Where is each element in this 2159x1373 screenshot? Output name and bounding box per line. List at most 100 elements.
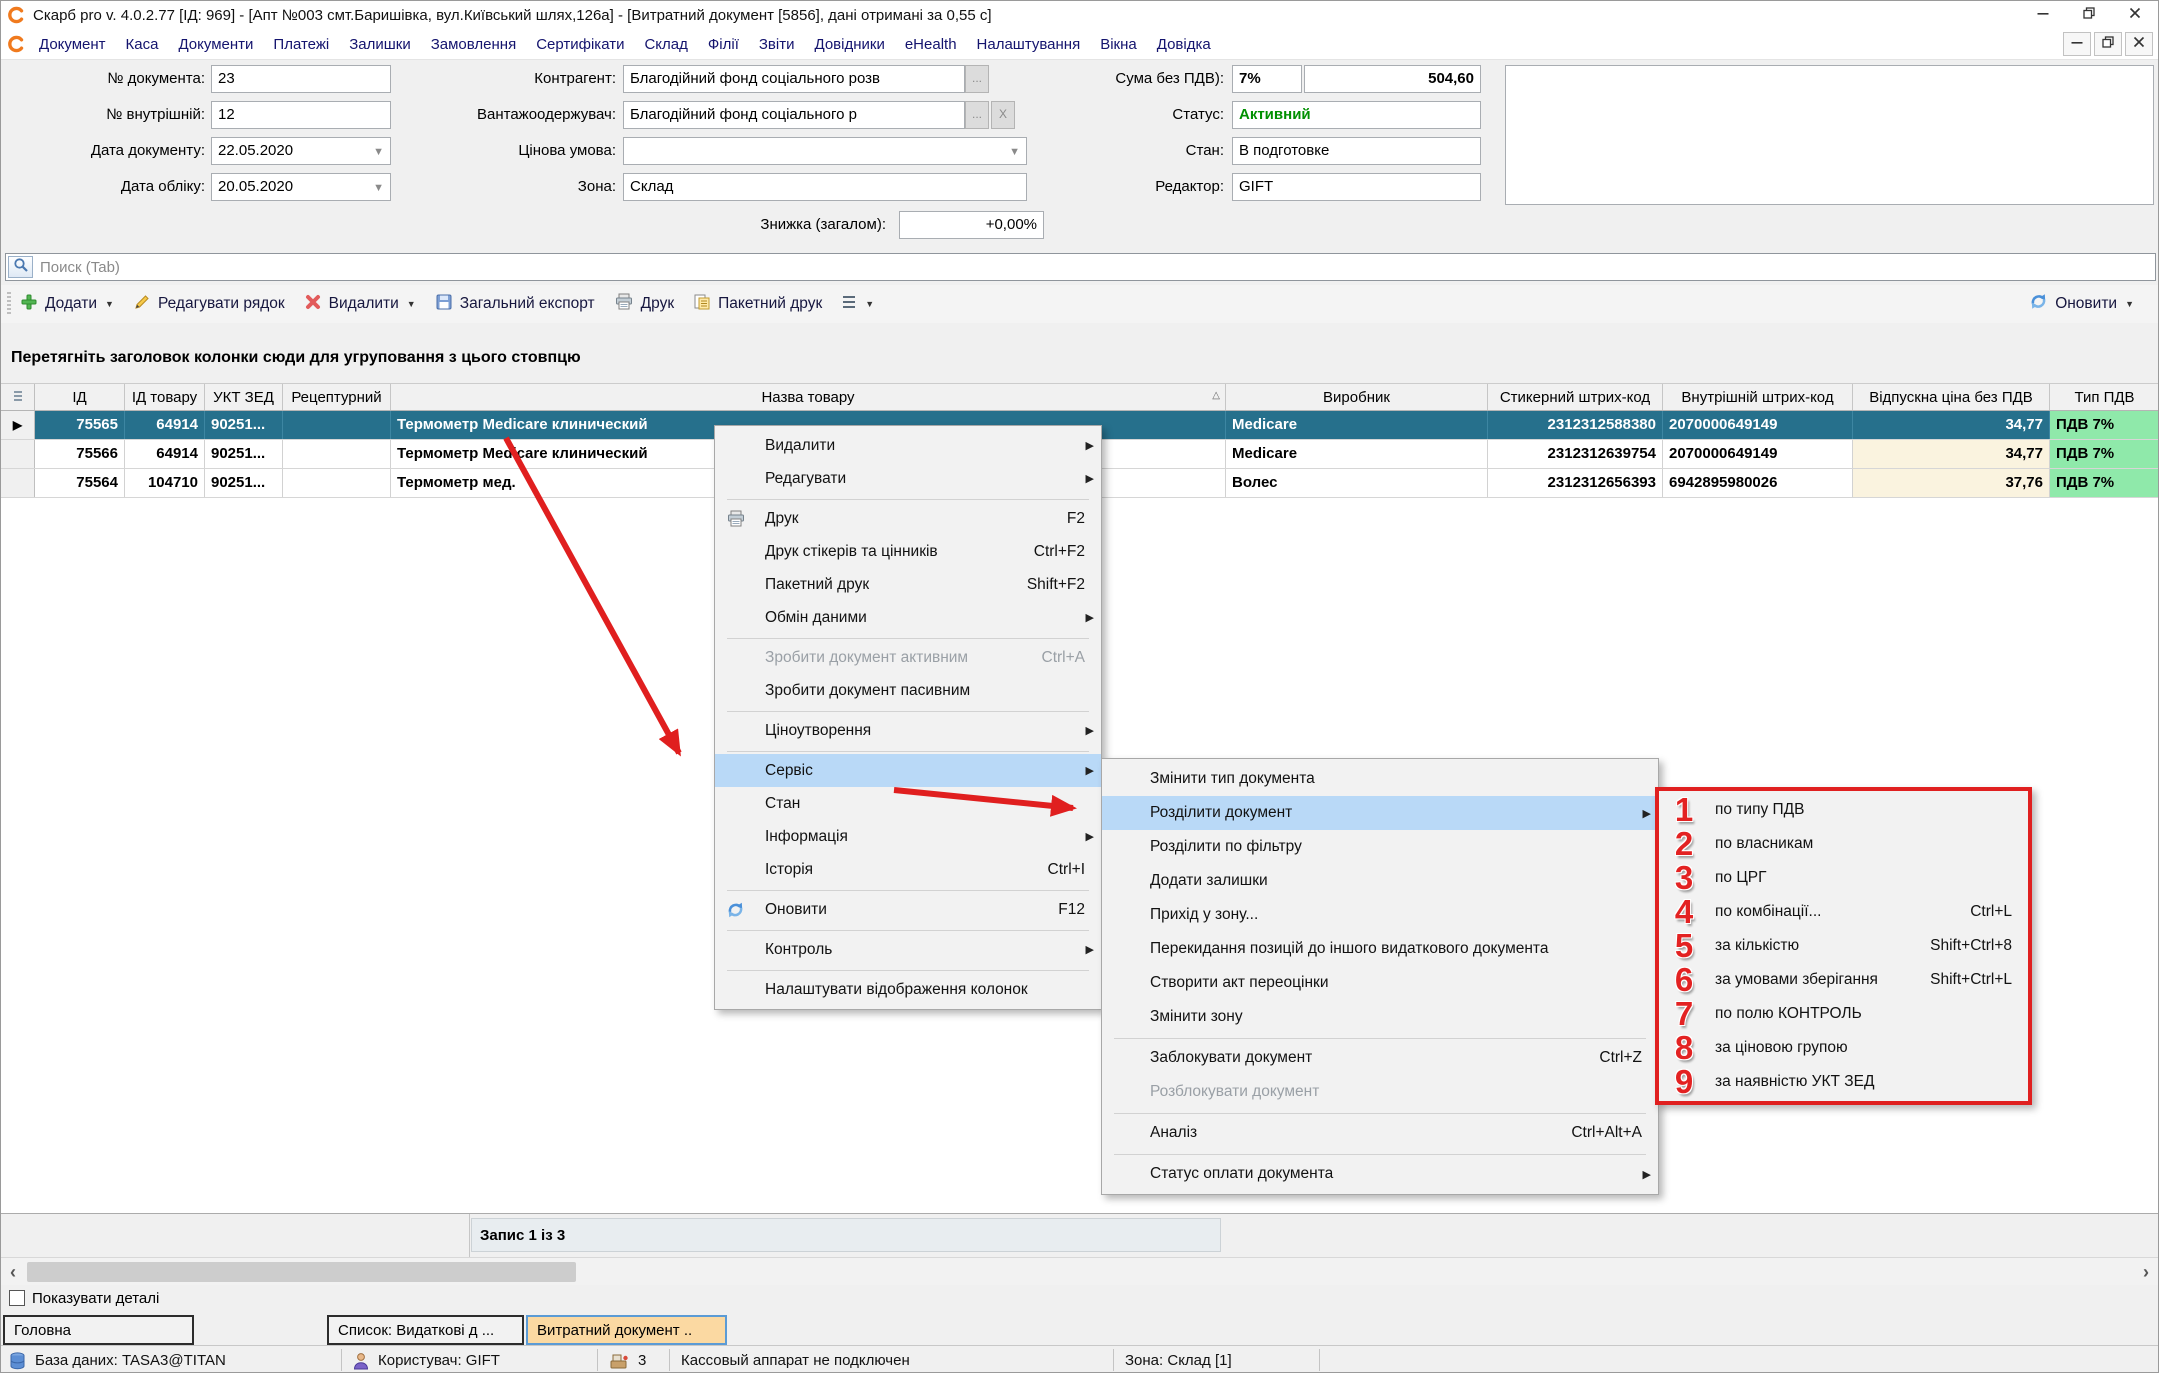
menu-item[interactable]: Розділити по фільтру bbox=[1102, 830, 1658, 864]
menubar-item[interactable]: Каса bbox=[116, 36, 169, 53]
table-cell[interactable]: 2070000649149 bbox=[1663, 411, 1853, 439]
menu-item[interactable]: Зробити документ пасивним bbox=[715, 674, 1101, 707]
column-list-button[interactable]: ▼ bbox=[841, 294, 874, 315]
column-header[interactable]: Виробник bbox=[1226, 384, 1488, 410]
table-cell[interactable]: 64914 bbox=[125, 411, 205, 439]
table-cell[interactable]: ПДВ 7% bbox=[2050, 469, 2159, 497]
toolbar-button-batch-print[interactable]: Пакетний друк bbox=[693, 293, 822, 316]
table-cell[interactable]: 37,76 bbox=[1853, 469, 2050, 497]
scrollbar-thumb[interactable] bbox=[27, 1262, 576, 1282]
show-details-checkbox[interactable] bbox=[9, 1290, 25, 1306]
table-cell[interactable]: ПДВ 7% bbox=[2050, 440, 2159, 468]
menu-item[interactable]: Налаштувати відображення колонок bbox=[715, 973, 1101, 1006]
horizontal-scrollbar[interactable]: ‹ › bbox=[1, 1257, 2158, 1286]
menu-item[interactable]: Ціноутворення▶ bbox=[715, 714, 1101, 747]
contractor-browse-button[interactable]: ... bbox=[965, 65, 989, 93]
menu-item[interactable]: Статус оплати документа▶ bbox=[1102, 1157, 1658, 1191]
menu-item[interactable]: 3по ЦРГ bbox=[1659, 861, 2028, 895]
menu-item[interactable]: Заблокувати документCtrl+Z bbox=[1102, 1041, 1658, 1075]
column-header[interactable]: Стикерний штрих-код bbox=[1488, 384, 1663, 410]
table-cell[interactable]: 104710 bbox=[125, 469, 205, 497]
chevron-down-icon[interactable]: ▼ bbox=[373, 138, 384, 165]
zone-input[interactable]: Склад bbox=[623, 173, 1027, 201]
close-button[interactable] bbox=[2112, 1, 2158, 29]
menubar-item[interactable]: eHealth bbox=[895, 36, 967, 53]
contractor-input[interactable]: Благодійний фонд соціального розв bbox=[623, 65, 965, 93]
toolbar-button-printer[interactable]: Друк bbox=[614, 293, 674, 316]
menu-item[interactable]: Прихід у зону... bbox=[1102, 898, 1658, 932]
table-cell[interactable]: 75566 bbox=[35, 440, 125, 468]
table-cell[interactable]: 34,77 bbox=[1853, 411, 2050, 439]
menu-item[interactable]: Інформація▶ bbox=[715, 820, 1101, 853]
tab-home[interactable]: Головна bbox=[3, 1315, 194, 1345]
scroll-left-arrow[interactable]: ‹ bbox=[3, 1260, 23, 1284]
menu-item[interactable]: ДрукF2 bbox=[715, 502, 1101, 535]
toolbar-button-plus[interactable]: Додати▼ bbox=[20, 293, 114, 316]
menu-item[interactable]: Змінити зону bbox=[1102, 1000, 1658, 1034]
mdi-close-button[interactable] bbox=[2125, 32, 2153, 56]
table-cell[interactable]: 34,77 bbox=[1853, 440, 2050, 468]
internal-number-input[interactable]: 12 bbox=[211, 101, 391, 129]
menubar-item[interactable]: Замовлення bbox=[421, 36, 526, 53]
table-cell[interactable]: 75564 bbox=[35, 469, 125, 497]
menu-item[interactable]: 1по типу ПДВ bbox=[1659, 793, 2028, 827]
menu-item[interactable]: Обмін даними▶ bbox=[715, 601, 1101, 634]
table-cell[interactable] bbox=[283, 411, 391, 439]
menu-item[interactable]: 7по полю КОНТРОЛЬ bbox=[1659, 997, 2028, 1031]
consignee-input[interactable]: Благодійний фонд соціального р bbox=[623, 101, 965, 129]
table-cell[interactable]: 6942895980026 bbox=[1663, 469, 1853, 497]
menu-item[interactable]: АналізCtrl+Alt+A bbox=[1102, 1116, 1658, 1150]
column-header[interactable]: Тип ПДВ bbox=[2050, 384, 2159, 410]
menu-item[interactable]: 2по власникам bbox=[1659, 827, 2028, 861]
column-header[interactable]: Внутрішній штрих-код bbox=[1663, 384, 1853, 410]
table-cell[interactable]: 64914 bbox=[125, 440, 205, 468]
table-cell[interactable]: Medicare bbox=[1226, 440, 1488, 468]
consignee-browse-button[interactable]: ... bbox=[965, 101, 989, 129]
search-bar[interactable]: Поиск (Tab) bbox=[5, 253, 2156, 281]
table-cell[interactable]: 2070000649149 bbox=[1663, 440, 1853, 468]
doc-number-input[interactable]: 23 bbox=[211, 65, 391, 93]
menubar-item[interactable]: Платежі bbox=[263, 36, 339, 53]
column-header[interactable]: Назва товару△ bbox=[391, 384, 1226, 410]
menubar-item[interactable]: Сертифікати bbox=[526, 36, 634, 53]
menu-item[interactable]: Створити акт переоцінки bbox=[1102, 966, 1658, 1000]
table-cell[interactable] bbox=[283, 469, 391, 497]
column-header[interactable]: УКТ ЗЕД bbox=[205, 384, 283, 410]
tab-expense-document[interactable]: Витратний документ .. bbox=[526, 1315, 727, 1345]
menu-item[interactable]: ОновитиF12 bbox=[715, 893, 1101, 926]
table-cell[interactable]: 90251... bbox=[205, 469, 283, 497]
column-header[interactable]: Відпускна ціна без ПДВ bbox=[1853, 384, 2050, 410]
menubar-item[interactable]: Довідка bbox=[1147, 36, 1221, 53]
toolbar-button-export[interactable]: Загальний експорт bbox=[435, 293, 595, 316]
column-header[interactable]: ІД bbox=[35, 384, 125, 410]
table-cell[interactable]: 75565 bbox=[35, 411, 125, 439]
menubar-item[interactable]: Склад bbox=[634, 36, 697, 53]
menu-item[interactable]: Додати залишки bbox=[1102, 864, 1658, 898]
menu-item[interactable]: 4по комбінації...Ctrl+L bbox=[1659, 895, 2028, 929]
menubar-item[interactable]: Вікна bbox=[1090, 36, 1147, 53]
menu-item[interactable]: 6за умовами зберіганняShift+Ctrl+L bbox=[1659, 963, 2028, 997]
chevron-down-icon[interactable]: ▼ bbox=[373, 174, 384, 201]
menu-item[interactable]: Перекидання позицій до іншого видатковог… bbox=[1102, 932, 1658, 966]
menu-item[interactable]: 8за ціновою групою bbox=[1659, 1031, 2028, 1065]
column-header[interactable]: Рецептурний bbox=[283, 384, 391, 410]
menu-item[interactable]: Стан bbox=[715, 787, 1101, 820]
menu-item[interactable]: Розділити документ▶ bbox=[1102, 796, 1658, 830]
table-cell[interactable]: 2312312588380 bbox=[1488, 411, 1663, 439]
table-cell[interactable]: 2312312656393 bbox=[1488, 469, 1663, 497]
account-date-input[interactable]: 20.05.2020▼ bbox=[211, 173, 391, 201]
scroll-right-arrow[interactable]: › bbox=[2136, 1260, 2156, 1284]
table-cell[interactable]: ПДВ 7% bbox=[2050, 411, 2159, 439]
menubar-item[interactable]: Звіти bbox=[749, 36, 805, 53]
table-cell[interactable]: Medicare bbox=[1226, 411, 1488, 439]
table-cell[interactable]: Волес bbox=[1226, 469, 1488, 497]
mdi-minimize-button[interactable] bbox=[2063, 32, 2091, 56]
menubar-item[interactable]: Довідники bbox=[805, 36, 895, 53]
menu-item[interactable]: Пакетний друкShift+F2 bbox=[715, 568, 1101, 601]
toolbar-button-red-x[interactable]: Видалити▼ bbox=[304, 293, 416, 316]
toolbar-grip[interactable] bbox=[7, 292, 11, 316]
mdi-restore-button[interactable] bbox=[2094, 32, 2122, 56]
menubar-item[interactable]: Філії bbox=[698, 36, 749, 53]
toolbar-button-pencil[interactable]: Редагувати рядок bbox=[133, 293, 285, 316]
menu-item[interactable]: Сервіс▶ bbox=[715, 754, 1101, 787]
